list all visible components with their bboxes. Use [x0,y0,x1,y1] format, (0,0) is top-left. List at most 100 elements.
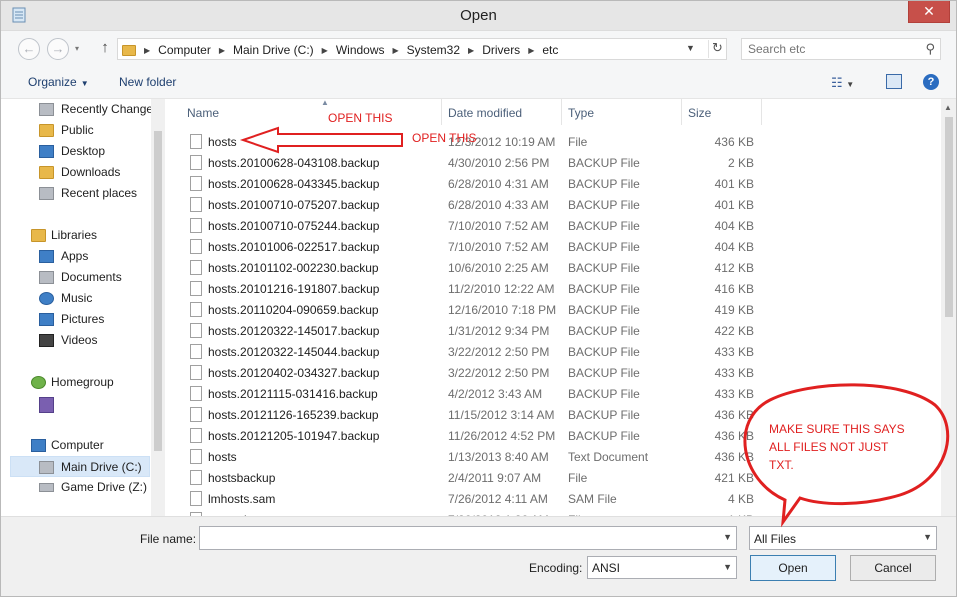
chevron-right-icon[interactable]: ▶ [393,46,399,55]
file-row[interactable]: hosts 1/13/2013 8:40 AM Text Document 436 K… [165,446,765,467]
change-view-icon[interactable]: ☷ ▼ [831,75,854,91]
file-row[interactable]: hosts.20101216-191807.backup 11/2/2010 12… [165,278,765,299]
file-row[interactable]: hostsbackup 2/4/2011 9:07 AM File 421 KB [165,467,765,488]
nav-item-label: Recent places [61,186,138,200]
nav-item-recent-places[interactable]: Recent places [1,183,151,204]
address-bar[interactable]: ▶ Computer ▶ Main Drive (C:) ▶ Windows ▶… [117,38,727,60]
file-icon [190,134,202,149]
breadcrumb-system32[interactable]: System32 [407,43,460,57]
file-row[interactable]: hosts.20121115-031416.backup 4/2/2012 3:4… [165,383,765,404]
file-row[interactable]: hosts.20101006-022517.backup 7/10/2010 7:… [165,236,765,257]
chevron-down-icon[interactable]: ▼ [723,532,732,542]
file-type: BACKUP File [568,198,640,212]
cancel-button[interactable]: Cancel [850,555,936,581]
encoding-select[interactable]: ANSI ▼ [587,556,737,579]
breadcrumb-computer[interactable]: Computer [158,43,211,57]
file-type: BACKUP File [568,366,640,380]
new-folder-button[interactable]: New folder [119,75,176,89]
file-type: BACKUP File [568,240,640,254]
file-name: hosts.20121126-165239.backup [208,408,379,422]
refresh-icon[interactable]: ↻ [708,40,726,58]
file-row[interactable]: hosts.20101102-002230.backup 10/6/2010 2:… [165,257,765,278]
nav-item-desktop[interactable]: Desktop [1,141,151,162]
search-input[interactable] [748,41,918,57]
nav-item-homegroup[interactable]: Homegroup [1,372,151,393]
column-header-size[interactable]: Size [682,99,762,125]
chevron-down-icon[interactable]: ▼ [723,562,732,572]
close-button[interactable]: ✕ [908,1,950,23]
chevron-right-icon[interactable]: ▶ [144,46,150,55]
nav-item-label: Homegroup [51,375,114,389]
file-row[interactable]: hosts.20121126-165239.backup 11/15/2012 3… [165,404,765,425]
chevron-right-icon[interactable]: ▶ [528,46,534,55]
file-date-modified: 1/31/2012 9:34 PM [448,324,550,338]
file-list-scrollbar[interactable]: ▲ [941,99,956,516]
file-type-filter[interactable]: All Files ▼ [749,526,937,550]
file-row[interactable]: hosts.20120322-145017.backup 1/31/2012 9:… [165,320,765,341]
nav-item-music[interactable]: Music [1,288,151,309]
file-row[interactable]: lmhosts.sam 7/26/2012 4:11 AM SAM File 4 KB [165,488,765,509]
nav-item-pictures[interactable]: Pictures [1,309,151,330]
file-icon [190,218,202,233]
nav-item-user[interactable] [1,393,151,414]
open-button[interactable]: Open [750,555,836,581]
title-bar: Open ✕ [1,1,956,31]
back-button[interactable]: ← [18,38,40,60]
chevron-right-icon[interactable]: ▶ [468,46,474,55]
scroll-up-icon[interactable]: ▲ [944,103,952,112]
file-row[interactable]: hosts.20121205-101947.backup 11/26/2012 4… [165,425,765,446]
nav-item-libraries[interactable]: Libraries [1,225,151,246]
downloads-icon [39,166,54,179]
file-row[interactable]: hosts.20100710-075244.backup 7/10/2010 7:… [165,215,765,236]
file-icon [190,281,202,296]
nav-item-apps[interactable]: Apps [1,246,151,267]
nav-item-documents[interactable]: Documents [1,267,151,288]
file-name-field[interactable]: ▼ [199,526,737,550]
up-arrow-icon[interactable]: ↑ [97,40,113,56]
file-row[interactable]: hosts.20100710-075207.backup 6/28/2010 4:… [165,194,765,215]
breadcrumb-windows[interactable]: Windows [336,43,385,57]
column-header-name[interactable]: Name ▲ [181,99,442,125]
preview-pane-icon[interactable] [886,74,902,89]
forward-button[interactable]: → [47,38,69,60]
search-icon[interactable]: ⚲ [925,41,935,57]
annotation-open-this: OPEN THIS [412,131,477,145]
file-row[interactable]: hosts.20120322-145044.backup 3/22/2012 2:… [165,341,765,362]
chevron-down-icon[interactable]: ▼ [923,532,932,542]
breadcrumb-drivers[interactable]: Drivers [482,43,520,57]
scrollbar-thumb[interactable] [945,117,953,317]
chevron-right-icon[interactable]: ▶ [322,46,328,55]
address-dropdown-icon[interactable]: ▼ [686,43,695,53]
nav-item-game-drive[interactable]: Game Drive (Z:) [1,477,151,498]
file-row[interactable]: hosts.20100628-043345.backup 6/28/2010 4:… [165,173,765,194]
nav-item-videos[interactable]: Videos [1,330,151,351]
column-header-label: Name [187,106,220,120]
file-size: 436 KB [714,408,754,422]
nav-item-public[interactable]: Public [1,120,151,141]
file-row[interactable]: networks7/26/2012 1:26 AMFile1 KB [165,509,765,516]
drive-icon [39,461,54,474]
file-type: BACKUP File [568,408,640,422]
column-header-date[interactable]: Date modified [442,99,562,125]
nav-item-downloads[interactable]: Downloads [1,162,151,183]
breadcrumb-etc[interactable]: etc [542,43,558,57]
file-row[interactable]: hosts.20100628-043108.backup 4/30/2010 2:… [165,152,765,173]
nav-item-recently-changed[interactable]: Recently Change [1,99,153,120]
file-size: 416 KB [714,282,754,296]
column-header-type[interactable]: Type [562,99,682,125]
help-icon[interactable]: ? [923,74,939,90]
nav-item-computer[interactable]: Computer [1,435,151,456]
breadcrumb-main-drive[interactable]: Main Drive (C:) [233,43,314,57]
scrollbar-thumb[interactable] [154,131,162,451]
file-row[interactable]: hosts.20120402-034327.backup 3/22/2012 2:… [165,362,765,383]
nav-item-main-drive[interactable]: Main Drive (C:) [10,456,150,477]
file-type: BACKUP File [568,282,640,296]
file-row[interactable]: hosts.20110204-090659.backup 12/16/2010 7… [165,299,765,320]
file-date-modified: 2/4/2011 9:07 AM [448,471,542,485]
file-name: hosts.20120322-145017.backup [208,324,380,338]
recent-locations-chevron-icon[interactable]: ▾ [75,44,79,53]
organize-button[interactable]: Organize ▼ [28,75,89,89]
nav-scrollbar[interactable] [151,99,165,516]
chevron-right-icon[interactable]: ▶ [219,46,225,55]
apps-icon [39,250,54,263]
